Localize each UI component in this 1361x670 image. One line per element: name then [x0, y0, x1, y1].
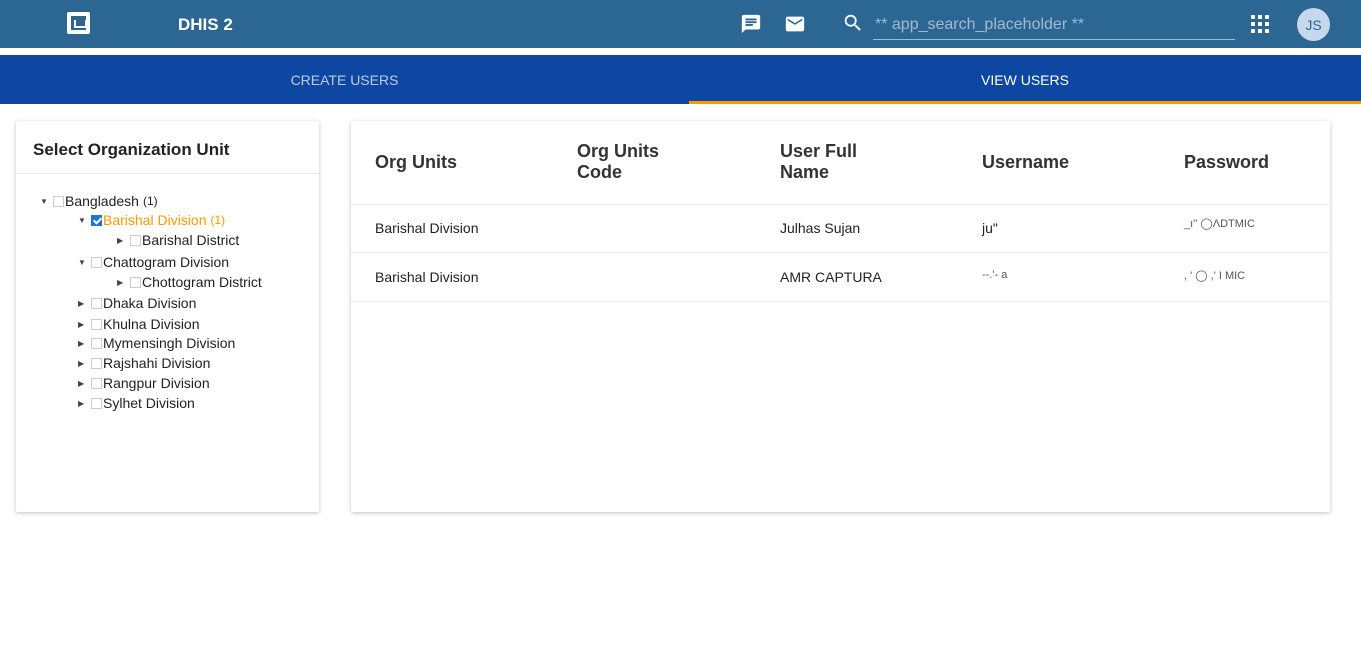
tab-view-users[interactable]: VIEW USERS — [689, 55, 1361, 104]
checkbox[interactable] — [91, 297, 102, 309]
table-header-divider — [351, 204, 1330, 205]
column-header-org-units: Org Units — [375, 151, 458, 172]
tree-node-rangpur-division: ▶ Rangpur Division — [78, 373, 210, 393]
cell-full-name: Julhas Sujan — [780, 220, 861, 236]
cell-full-name: AMR CAPTURA — [780, 269, 882, 285]
tree-node-count: (1) — [210, 213, 226, 227]
column-header-org-units-code: Org Units Code — [577, 141, 660, 182]
collapsed-arrow-icon[interactable]: ▶ — [78, 320, 86, 329]
table-row-divider — [351, 301, 1330, 302]
tree-node-dhaka-division: ▶ Dhaka Division — [78, 293, 196, 313]
collapsed-arrow-icon[interactable]: ▶ — [78, 359, 86, 368]
checkbox[interactable] — [91, 357, 102, 369]
cell-username: --.'- a — [982, 269, 1008, 281]
active-tab-indicator — [689, 101, 1361, 104]
tree-node-label[interactable]: Chattogram Division — [103, 254, 229, 270]
org-unit-panel-title: Select Organization Unit — [33, 140, 230, 159]
tree-node-label[interactable]: Mymensingh Division — [103, 335, 235, 351]
tree-node-label[interactable]: Dhaka Division — [103, 295, 196, 311]
cell-password: , ' ◯ ,' I MIC — [1184, 270, 1246, 282]
checkbox[interactable] — [91, 256, 102, 268]
top-header-bar: DHIS 2 JS — [0, 0, 1361, 48]
tree-node-sylhet-division: ▶ Sylhet Division — [78, 393, 195, 413]
tree-node-label[interactable]: Chottogram District — [142, 274, 262, 290]
interpretations-chat-icon[interactable] — [740, 13, 762, 35]
org-unit-panel: Select Organization Unit ▼ Bangladesh (1… — [16, 121, 319, 512]
checkbox-checked[interactable] — [91, 214, 102, 226]
expand-arrow-icon[interactable]: ▼ — [78, 258, 86, 267]
checkbox[interactable] — [130, 276, 141, 288]
checkbox[interactable] — [130, 234, 141, 246]
panel-divider — [16, 173, 319, 174]
checkbox[interactable] — [53, 195, 64, 207]
tree-node-label[interactable]: Barishal Division — [103, 212, 206, 228]
tree-node-label[interactable]: Barishal District — [142, 232, 239, 248]
tree-node-label[interactable]: Rajshahi Division — [103, 355, 210, 371]
tree-node-label[interactable]: Bangladesh — [65, 193, 139, 209]
dhis2-logo-icon[interactable] — [67, 12, 90, 34]
tree-node-barishal-district: ▶ Barishal District — [117, 230, 239, 250]
tree-node-label[interactable]: Khulna Division — [103, 316, 200, 332]
app-search-input[interactable] — [873, 10, 1235, 40]
collapsed-arrow-icon[interactable]: ▶ — [78, 379, 86, 388]
column-header-password: Password — [1184, 151, 1270, 172]
checkbox[interactable] — [91, 337, 102, 349]
cell-org-unit: Barishal Division — [375, 220, 479, 236]
apps-grid-icon[interactable] — [1249, 13, 1271, 35]
search-icon[interactable] — [842, 12, 864, 34]
app-title: DHIS 2 — [178, 15, 233, 34]
checkbox[interactable] — [91, 318, 102, 330]
tree-node-label[interactable]: Rangpur Division — [103, 375, 210, 391]
user-avatar[interactable]: JS — [1297, 8, 1330, 41]
column-header-user-full-name: User Full Name — [780, 141, 858, 182]
tree-node-mymensingh-division: ▶ Mymensingh Division — [78, 333, 235, 353]
collapsed-arrow-icon[interactable]: ▶ — [117, 236, 125, 245]
collapsed-arrow-icon[interactable]: ▶ — [78, 299, 86, 308]
checkbox[interactable] — [91, 377, 102, 389]
cell-password: _ı'' ◯ΛDTMIC — [1184, 218, 1255, 230]
checkbox[interactable] — [91, 397, 102, 409]
tree-node-label[interactable]: Sylhet Division — [103, 395, 195, 411]
expand-arrow-icon[interactable]: ▼ — [40, 197, 48, 206]
tree-node-chattogram-division: ▼ Chattogram Division — [78, 252, 229, 272]
tree-node-rajshahi-division: ▶ Rajshahi Division — [78, 353, 210, 373]
collapsed-arrow-icon[interactable]: ▶ — [117, 278, 125, 287]
tab-bar: CREATE USERS VIEW USERS — [0, 55, 1361, 104]
users-table-panel: Org Units Org Units Code User Full Name … — [351, 121, 1330, 512]
tree-node-barishal-division: ▼ Barishal Division (1) — [78, 210, 225, 230]
messages-mail-icon[interactable] — [784, 13, 806, 35]
header-divider — [0, 48, 1361, 55]
table-row-divider — [351, 252, 1330, 253]
tab-create-users[interactable]: CREATE USERS — [0, 55, 689, 104]
cell-username: ju" — [982, 220, 998, 236]
tree-node-chottogram-district: ▶ Chottogram District — [117, 272, 262, 292]
expand-arrow-icon[interactable]: ▼ — [78, 216, 86, 225]
tree-node-khulna-division: ▶ Khulna Division — [78, 314, 200, 334]
tree-node-bangladesh: ▼ Bangladesh (1) — [40, 191, 158, 211]
column-header-username: Username — [982, 151, 1070, 172]
collapsed-arrow-icon[interactable]: ▶ — [78, 339, 86, 348]
collapsed-arrow-icon[interactable]: ▶ — [78, 399, 86, 408]
cell-org-unit: Barishal Division — [375, 269, 479, 285]
tree-node-count: (1) — [142, 194, 158, 208]
